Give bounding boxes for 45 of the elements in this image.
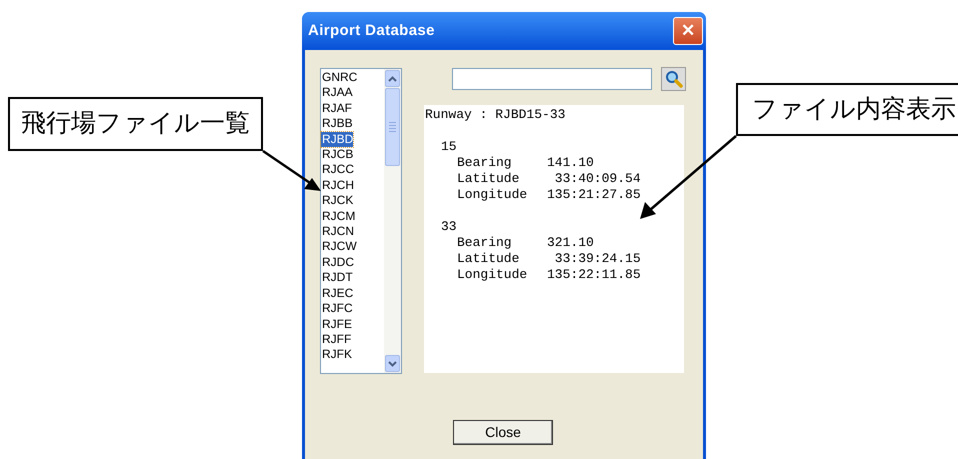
- runway-number: 33: [441, 219, 457, 235]
- list-item[interactable]: GNRC: [321, 70, 358, 86]
- field-label: Bearing: [457, 235, 513, 251]
- list-item[interactable]: RJFK: [321, 347, 352, 363]
- list-item[interactable]: RJCC: [321, 162, 354, 178]
- runway-header: Runway : RJBD15-33: [425, 107, 566, 123]
- field-label: Latitude: [457, 171, 520, 187]
- list-item[interactable]: RJCW: [321, 239, 357, 255]
- list-item[interactable]: RJCM: [321, 208, 356, 224]
- list-item[interactable]: RJCK: [321, 193, 354, 209]
- field-label: Longitude: [457, 267, 528, 283]
- field-label: Bearing: [457, 155, 513, 171]
- field-value: 135:21:27.85: [547, 187, 641, 203]
- list-item[interactable]: RJFF: [321, 332, 352, 348]
- list-item[interactable]: RJAF: [321, 100, 352, 116]
- list-item[interactable]: RJDC: [321, 254, 354, 270]
- list-item[interactable]: RJCN: [321, 224, 354, 240]
- scrollbar[interactable]: [384, 69, 401, 373]
- leader-arrow: [262, 150, 321, 191]
- list-item[interactable]: RJDT: [321, 270, 353, 286]
- field-value: 141.10: [547, 155, 594, 171]
- list-item[interactable]: RJBD: [321, 132, 354, 148]
- field-label: Longitude: [457, 187, 528, 203]
- list-item[interactable]: RJFE: [321, 316, 352, 332]
- field-value: 321.10: [547, 235, 594, 251]
- scroll-thumb[interactable]: [385, 88, 400, 166]
- field-value: 135:22:11.85: [547, 267, 641, 283]
- search-field[interactable]: [452, 68, 652, 90]
- magnifier-icon: [664, 70, 682, 88]
- close-button[interactable]: ✕: [673, 17, 703, 45]
- field-label: Latitude: [457, 251, 520, 267]
- list-item[interactable]: RJEC: [321, 286, 354, 302]
- runway-number: 15: [441, 139, 457, 155]
- field-value: 33:39:24.15: [554, 251, 641, 267]
- callout-label: ファイル内容表示: [736, 83, 958, 136]
- close-dialog-button[interactable]: Close: [453, 420, 553, 445]
- list-item[interactable]: RJCH: [321, 178, 354, 194]
- search-button[interactable]: [661, 67, 686, 91]
- list-item[interactable]: RJBB: [321, 116, 353, 132]
- window-title: Airport Database: [308, 20, 435, 41]
- field-value: 33:40:09.54: [554, 171, 641, 187]
- list-item[interactable]: RJCB: [321, 147, 354, 162]
- list-item[interactable]: RJFC: [321, 301, 353, 316]
- list-item[interactable]: RJAA: [321, 85, 353, 101]
- callout-label: 飛行場ファイル一覧: [8, 97, 263, 151]
